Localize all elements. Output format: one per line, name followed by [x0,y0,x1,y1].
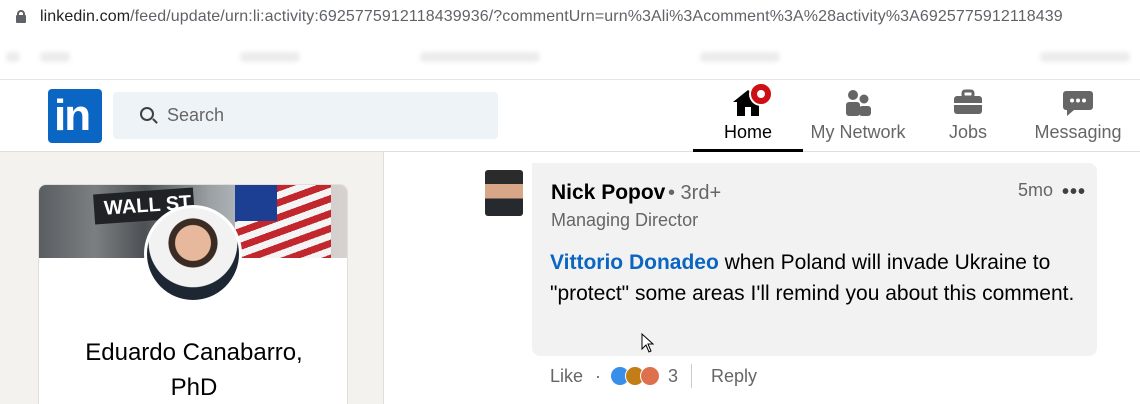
url-host: linkedin.com [40,8,131,25]
profile-name-line-2: PhD [170,374,218,401]
more-options-icon[interactable]: ••• [1062,181,1086,204]
funny-reaction-icon [640,366,660,386]
commenter-name[interactable]: Nick Popov [551,181,665,205]
profile-name-line-1: Eduardo Canabarro, [85,339,303,366]
comment-bubble: Nick Popov • 3rd+ Managing Director 5mo … [532,163,1097,356]
connection-degree: • 3rd+ [668,182,722,204]
like-button[interactable]: Like [550,366,583,387]
top-nav: in Home My Network Jobs Messaging [0,80,1140,152]
mention-link[interactable]: Vittorio Donadeo [550,251,719,274]
nav-messaging[interactable]: Messaging [1030,80,1126,152]
action-divider [691,364,692,388]
reaction-icons[interactable] [610,366,662,386]
comment-timestamp: 5mo [1018,180,1054,200]
profile-name[interactable]: Eduardo Canabarro, PhD [39,335,347,404]
search-box[interactable] [113,92,498,139]
reaction-count[interactable]: 3 [668,366,678,387]
nav-my-network[interactable]: My Network [804,80,912,152]
search-icon [140,107,154,121]
us-flag-image [235,185,331,258]
comment-text: Vittorio Donadeo when Poland will invade… [550,247,1075,309]
lock-icon [16,10,26,23]
notification-badge [749,82,773,106]
linkedin-logo[interactable]: in [48,89,102,143]
separator-dot: · [595,366,601,386]
url-path: /feed/update/urn:li:activity:69257759121… [130,8,1063,25]
mouse-cursor-icon [641,333,655,353]
messaging-icon [1062,88,1094,123]
nav-jobs[interactable]: Jobs [930,80,1006,152]
search-input[interactable] [167,102,467,128]
nav-messaging-label: Messaging [1034,122,1122,142]
nav-my-network-label: My Network [810,122,906,142]
briefcase-icon [953,88,983,121]
commenter-headline: Managing Director [551,210,699,230]
profile-avatar[interactable] [144,205,242,303]
url-text[interactable]: linkedin.com/feed/update/urn:li:activity… [40,8,1063,26]
nav-jobs-label: Jobs [948,122,988,142]
nav-home-label: Home [723,122,772,142]
browser-address-bar[interactable]: linkedin.com/feed/update/urn:li:activity… [0,0,1140,36]
bookmarks-bar [0,36,1140,80]
reply-button[interactable]: Reply [711,366,757,387]
network-icon [843,88,873,123]
profile-card[interactable]: WALL ST Eduardo Canabarro, PhD [38,184,348,404]
commenter-avatar[interactable] [485,170,523,216]
nav-home[interactable]: Home [693,80,803,152]
